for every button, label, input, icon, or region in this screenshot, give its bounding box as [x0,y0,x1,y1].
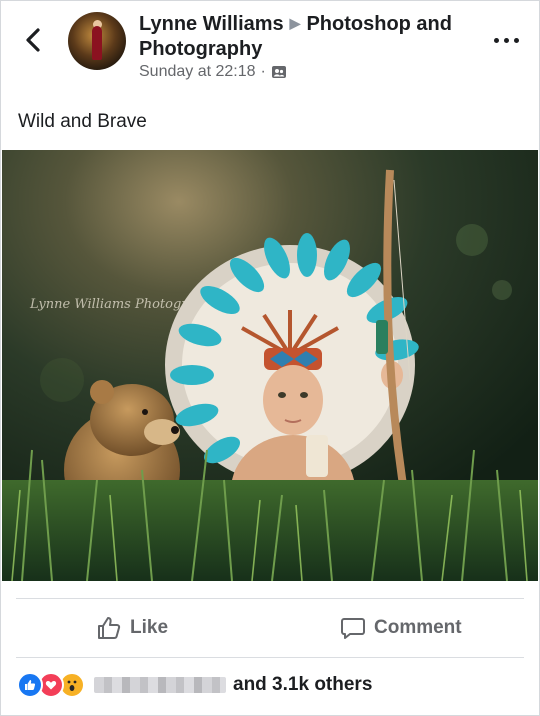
post-actions-bar: Like Comment [16,598,524,658]
post-caption: Wild and Brave [18,111,147,132]
post-header: Lynne Williams ▶ Photoshop and Photography… [0,0,540,100]
like-label: Like [130,617,169,638]
comment-label: Comment [374,617,462,638]
post-author-line: Lynne Williams ▶ Photoshop and Photography [139,12,489,61]
reactions-summary[interactable]: and 3.1k others [17,672,372,698]
post-timestamp[interactable]: Sunday at 22:18 [139,63,256,81]
post-meta: Sunday at 22:18 · [139,63,287,81]
post-photo[interactable]: Lynne Williams Photography [2,150,538,581]
author-name[interactable]: Lynne Williams [139,13,284,35]
thumbs-up-icon [98,617,121,639]
like-reaction-icon [17,672,43,698]
reaction-count: and 3.1k others [233,674,373,695]
more-options-icon[interactable] [492,30,522,50]
comment-button[interactable]: Comment [340,599,462,657]
back-chevron-icon[interactable] [20,26,48,54]
like-button[interactable]: Like [96,599,168,657]
author-avatar[interactable] [68,12,126,70]
comment-bubble-icon [341,618,365,639]
meta-separator: · [260,63,266,80]
group-audience-icon [271,66,286,78]
redacted-names [94,677,226,693]
arrow-right-icon: ▶ [289,15,301,31]
